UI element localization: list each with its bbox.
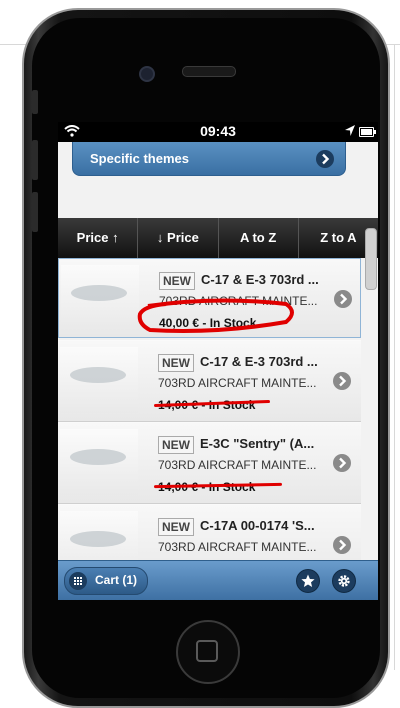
product-subtitle: 703RD AIRCRAFT MAINTE... <box>158 458 317 472</box>
red-annotation-ellipse <box>137 298 294 333</box>
sort-a-to-z-button[interactable]: A to Z <box>219 218 299 258</box>
product-title: C-17 & E-3 703rd ... <box>201 272 319 287</box>
chevron-right-icon <box>333 454 351 472</box>
sort-price-ascending-button[interactable]: Price ↑ <box>58 218 139 258</box>
product-title: C-17A 00-0174 'S... <box>200 518 315 533</box>
specific-themes-button[interactable]: Specific themes <box>72 142 346 176</box>
scrollbar[interactable] <box>365 228 377 290</box>
sort-bar: Price ↑ ↓ Price A to Z Z to A <box>58 218 378 258</box>
sort-price-descending-button[interactable]: ↓ Price <box>138 218 219 258</box>
new-badge: NEW <box>158 354 194 372</box>
location-arrow-icon <box>345 125 355 136</box>
cart-label: Cart (1) <box>95 573 138 587</box>
battery-icon <box>359 127 376 137</box>
new-badge: NEW <box>158 518 194 536</box>
chevron-right-icon <box>333 372 351 390</box>
product-title: E-3C "Sentry" (A... <box>200 436 315 451</box>
mute-switch <box>32 90 38 114</box>
home-button-icon <box>196 640 218 662</box>
star-icon <box>301 574 315 587</box>
front-camera <box>139 66 155 82</box>
gear-icon <box>338 575 350 587</box>
product-thumbnail <box>60 429 138 495</box>
new-badge: NEW <box>158 436 194 454</box>
status-time: 09:43 <box>200 123 236 139</box>
product-subtitle: 703RD AIRCRAFT MAINTE... <box>158 376 317 390</box>
settings-button[interactable] <box>332 569 356 593</box>
chevron-right-icon <box>316 150 334 168</box>
list-item[interactable]: NEW C-17 & E-3 703rd ... 703RD AIRCRAFT … <box>58 340 361 422</box>
list-item[interactable]: NEW E-3C "Sentry" (A... 703RD AIRCRAFT M… <box>58 422 361 504</box>
grid-icon <box>69 572 87 590</box>
footer-bar: Cart (1) <box>58 560 378 600</box>
status-bar: 09:43 <box>58 122 378 142</box>
product-subtitle: 703RD AIRCRAFT MAINTE... <box>158 540 317 554</box>
cart-button[interactable]: Cart (1) <box>64 567 148 595</box>
phone-screen: 09:43 Specific themes Price ↑ ↓ Price A … <box>58 122 378 600</box>
specific-themes-label: Specific themes <box>90 151 189 166</box>
page-divider-vertical <box>394 44 395 670</box>
product-thumbnail <box>61 265 139 331</box>
favorites-button[interactable] <box>296 569 320 593</box>
volume-down-button <box>32 192 38 232</box>
new-badge: NEW <box>159 272 195 290</box>
volume-up-button <box>32 140 38 180</box>
chevron-right-icon <box>334 290 352 308</box>
page-content: Specific themes Price ↑ ↓ Price A to Z Z… <box>58 142 378 586</box>
product-thumbnail <box>60 347 138 413</box>
earpiece-speaker <box>182 66 236 77</box>
chevron-right-icon <box>333 536 351 554</box>
product-title: C-17 & E-3 703rd ... <box>200 354 318 369</box>
